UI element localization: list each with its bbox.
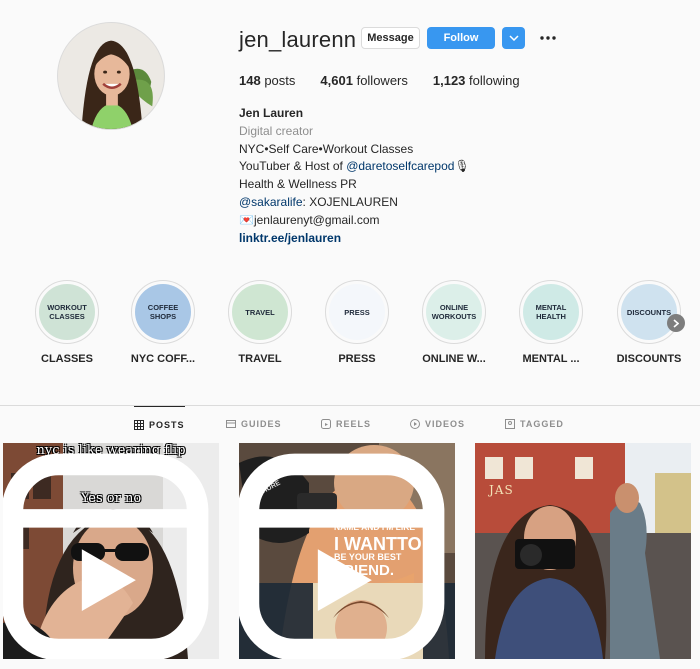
post-thumbnail[interactable]: JAS [475,443,691,659]
follow-button[interactable]: Follow [427,27,495,49]
grid-icon [134,419,144,430]
highlight-cover: DISCOUNTS [621,284,677,340]
highlight-cover: WORKOUT CLASSES [39,284,95,340]
highlight-label: DISCOUNTS [616,353,682,365]
following-label: following [469,73,520,88]
posts-count: 148 posts [239,73,295,88]
followers-count[interactable]: 4,601 followers [320,73,407,88]
bio-text: YouTuber & Host of [239,159,347,174]
category-label: Digital creator [239,123,314,138]
chevron-right-icon [673,318,679,328]
highlight-item[interactable]: COFFEE SHOPS NYC COFF... [126,280,200,365]
bio-line: NYC•Self Care•Workout Classes [239,141,414,156]
profile-tabs: POSTS GUIDES REELS VIDEOS TAGGED [0,406,700,442]
tab-label: GUIDES [241,419,282,429]
microphone-emoji: 🎙 [454,159,470,174]
podcast-mention-link[interactable]: @daretoselfcarepod [346,159,454,173]
tab-guides[interactable]: GUIDES [226,406,282,442]
sakara-mention-link[interactable]: @sakaralife [239,195,303,209]
more-options-button[interactable] [538,29,558,47]
bio-email: 💌jenlaurenyt@gmail.com [239,212,380,227]
highlight-cover: ONLINE WORKOUTS [426,284,482,340]
message-button[interactable]: Message [361,27,420,49]
highlight-cover: TRAVEL [232,284,288,340]
bio-line: @sakaralife: XOJENLAUREN [239,194,470,212]
highlights-next-button[interactable] [667,314,685,332]
post-thumbnail[interactable]: nyc is like wearing flip flops on an air… [3,443,219,659]
bio-line: YouTuber & Host of @daretoselfcarepod🎙 [239,158,470,176]
bio-text: : XOJENLAUREN [302,194,398,209]
highlight-label: ONLINE W... [422,353,486,365]
highlight-ring: ONLINE WORKOUTS [422,280,486,344]
username: jen_laurenn [239,27,357,52]
bio-line: Health & Wellness PR [239,177,357,192]
website-link[interactable]: linktr.ee/jenlauren [239,230,470,248]
tagged-icon [505,419,515,429]
reels-icon [321,419,331,429]
profile-stats: 148 posts 4,601 followers 1,123 followin… [239,73,545,88]
guides-icon [226,419,236,429]
highlight-item[interactable]: PRESS PRESS [320,280,394,365]
story-highlights: WORKOUT CLASSES CLASSES COFFEE SHOPS NYC… [0,280,700,370]
tab-label: REELS [336,419,372,429]
following-number: 1,123 [432,73,466,88]
video-icon [410,419,420,429]
highlight-item[interactable]: ONLINE WORKOUTS ONLINE W... [417,280,491,365]
highlight-cover: PRESS [329,284,385,340]
profile-avatar[interactable] [57,22,165,130]
tab-label: TAGGED [520,419,564,429]
followers-label: followers [356,73,408,88]
post-image [475,443,691,659]
following-count[interactable]: 1,123 following [433,73,520,88]
tab-tagged[interactable]: TAGGED [505,406,564,442]
suggested-dropdown-button[interactable] [502,27,525,49]
tab-reels[interactable]: REELS [321,406,371,442]
tab-label: VIDEOS [425,419,466,429]
highlight-ring: COFFEE SHOPS [131,280,195,344]
highlight-ring: WORKOUT CLASSES [35,280,99,344]
highlight-cover: MENTAL HEALTH [523,284,579,340]
highlight-label: PRESS [338,353,376,365]
highlight-item[interactable]: WORKOUT CLASSES CLASSES [30,280,104,365]
tab-label: POSTS [149,419,185,430]
highlight-label: CLASSES [41,353,93,365]
tab-videos[interactable]: VIDEOS [410,406,465,442]
followers-number: 4,601 [320,73,353,88]
highlight-label: NYC COFF... [130,353,196,365]
posts-label: posts [264,73,296,88]
highlight-ring: DISCOUNTS [617,280,681,344]
highlight-ring: TRAVEL [228,280,292,344]
posts-number: 148 [239,73,261,88]
reel-icon [3,453,209,659]
profile-bio: Jen Lauren Digital creator NYC•Self Care… [239,105,470,247]
post-thumbnail[interactable]: NAME AND I'M LIKE I WANTTO BE YOUR BEST … [239,443,455,659]
chevron-down-icon [508,35,519,41]
highlight-label: TRAVEL [238,353,282,365]
storefront-sign: JAS [489,483,514,497]
full-name: Jen Lauren [239,106,304,120]
highlight-item[interactable]: TRAVEL TRAVEL [223,280,297,365]
highlight-ring: MENTAL HEALTH [519,280,583,344]
more-icon [540,36,556,40]
highlight-cover: COFFEE SHOPS [135,284,191,340]
highlight-item[interactable]: MENTAL HEALTH MENTAL ... [514,280,588,365]
highlight-ring: PRESS [325,280,389,344]
highlight-label: MENTAL ... [522,353,580,365]
tab-posts[interactable]: POSTS [134,406,185,442]
reel-icon [239,453,445,659]
